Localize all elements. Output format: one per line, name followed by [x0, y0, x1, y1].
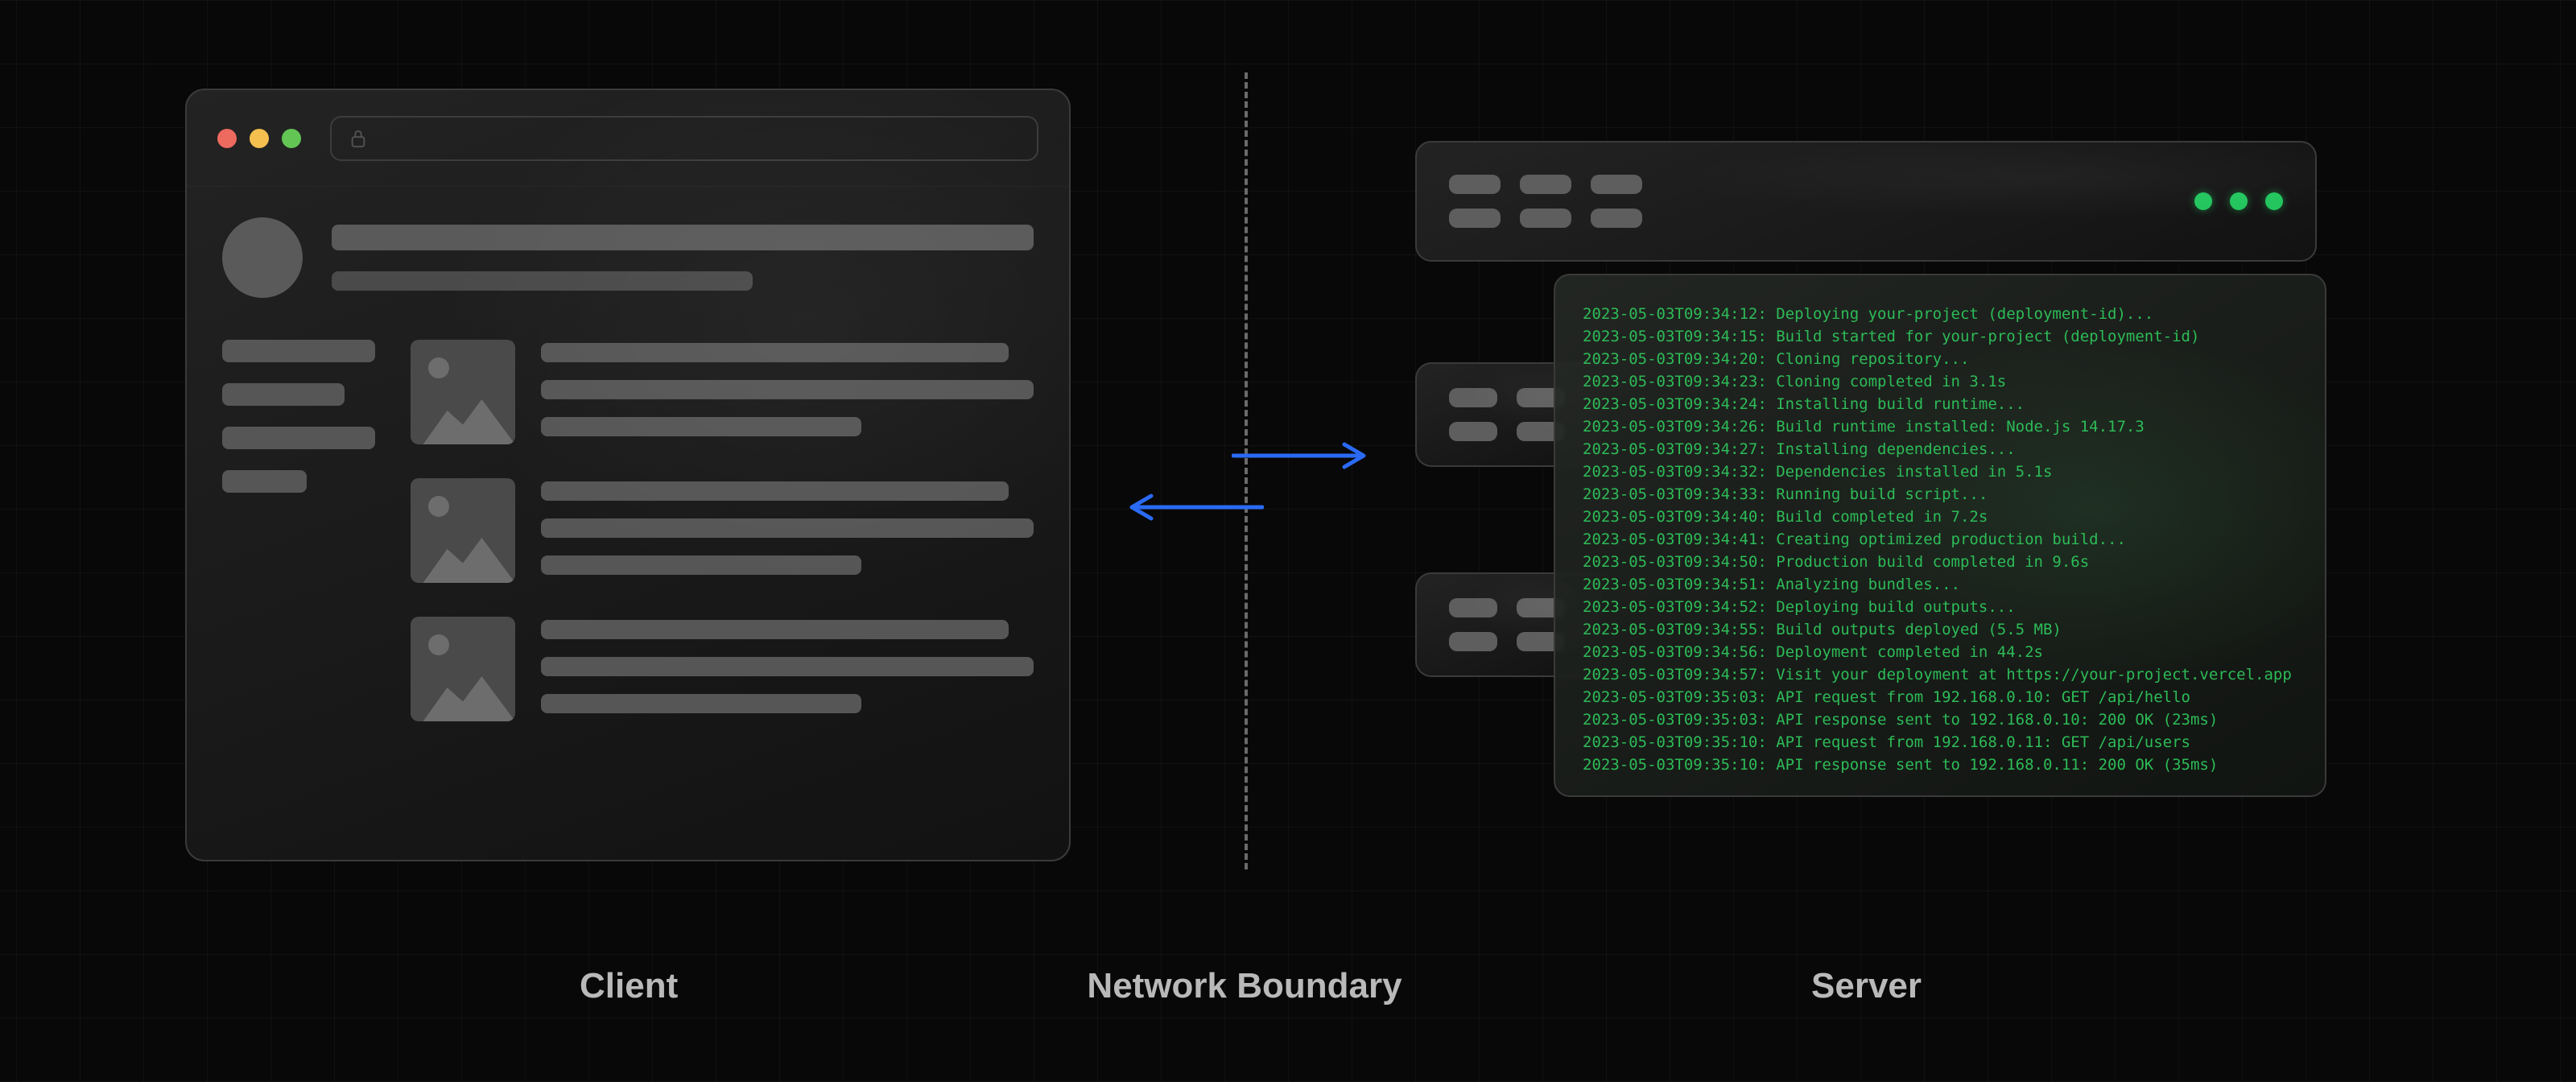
client-browser-window — [185, 89, 1071, 861]
page-sidebar — [222, 340, 375, 721]
browser-toolbar — [187, 90, 1069, 187]
log-line: 2023-05-03T09:34:24: Installing build ru… — [1583, 393, 2297, 415]
log-line: 2023-05-03T09:34:50: Production build co… — [1583, 551, 2297, 573]
sidebar-item — [222, 427, 375, 449]
avatar — [222, 217, 303, 298]
sidebar-item — [222, 470, 307, 493]
status-leds — [2194, 192, 2283, 210]
content-feed — [411, 340, 1034, 721]
terminal-output: 2023-05-03T09:34:12: Deploying your-proj… — [1555, 275, 2325, 797]
drive-bays-icon — [1449, 388, 1565, 441]
log-line: 2023-05-03T09:35:10: API response sent t… — [1583, 754, 2297, 776]
status-led-icon — [2194, 192, 2212, 210]
page-header — [222, 217, 1034, 298]
log-line: 2023-05-03T09:34:15: Build started for y… — [1583, 325, 2297, 348]
log-line: 2023-05-03T09:34:33: Running build scrip… — [1583, 483, 2297, 506]
subtitle-placeholder — [332, 271, 753, 291]
image-icon — [411, 478, 515, 583]
maximize-icon[interactable] — [282, 129, 301, 148]
list-item — [411, 617, 1034, 721]
log-line: 2023-05-03T09:34:55: Build outputs deplo… — [1583, 618, 2297, 641]
label-client: Client — [580, 966, 678, 1006]
sidebar-item — [222, 383, 345, 406]
request-response-arrows — [1127, 427, 1368, 539]
log-line: 2023-05-03T09:34:41: Creating optimized … — [1583, 528, 2297, 551]
server-terminal-window: 2023-05-03T09:34:12: Deploying your-proj… — [1554, 274, 2326, 797]
drive-bays-icon — [1449, 598, 1565, 651]
log-line: 2023-05-03T09:35:10: API request from 19… — [1583, 731, 2297, 754]
status-led-icon — [2230, 192, 2248, 210]
browser-viewport — [187, 187, 1069, 752]
arrow-left-icon — [1127, 493, 1368, 525]
server-unit — [1415, 141, 2317, 262]
list-item — [411, 340, 1034, 444]
log-line: 2023-05-03T09:34:52: Deploying build out… — [1583, 596, 2297, 618]
log-line: 2023-05-03T09:35:03: API response sent t… — [1583, 708, 2297, 731]
status-led-icon — [2265, 192, 2283, 210]
log-line: 2023-05-03T09:34:51: Analyzing bundles..… — [1583, 573, 2297, 596]
minimize-icon[interactable] — [250, 129, 269, 148]
log-line: 2023-05-03T09:34:12: Deploying your-proj… — [1583, 303, 2297, 325]
log-line: 2023-05-03T09:34:56: Deployment complete… — [1583, 641, 2297, 663]
lock-icon — [349, 128, 367, 149]
log-line: 2023-05-03T09:34:27: Installing dependen… — [1583, 438, 2297, 460]
log-line: 2023-05-03T09:34:23: Cloning completed i… — [1583, 370, 2297, 393]
log-line: 2023-05-03T09:34:32: Dependencies instal… — [1583, 460, 2297, 483]
window-traffic-lights — [217, 129, 301, 148]
log-line: 2023-05-03T09:34:20: Cloning repository.… — [1583, 348, 2297, 370]
drive-bays-icon — [1449, 175, 1642, 228]
log-line: 2023-05-03T09:34:57: Visit your deployme… — [1583, 663, 2297, 686]
image-icon — [411, 617, 515, 721]
arrow-right-icon — [1127, 441, 1368, 473]
log-line: 2023-05-03T09:34:26: Build runtime insta… — [1583, 415, 2297, 438]
list-item — [411, 478, 1034, 583]
address-bar[interactable] — [330, 116, 1038, 161]
label-network-boundary: Network Boundary — [1087, 966, 1402, 1006]
image-icon — [411, 340, 515, 444]
log-line: 2023-05-03T09:35:03: API request from 19… — [1583, 686, 2297, 708]
title-placeholder — [332, 225, 1034, 250]
label-server: Server — [1811, 966, 1922, 1006]
log-line: 2023-05-03T09:34:40: Build completed in … — [1583, 506, 2297, 528]
sidebar-item — [222, 340, 375, 362]
close-icon[interactable] — [217, 129, 237, 148]
